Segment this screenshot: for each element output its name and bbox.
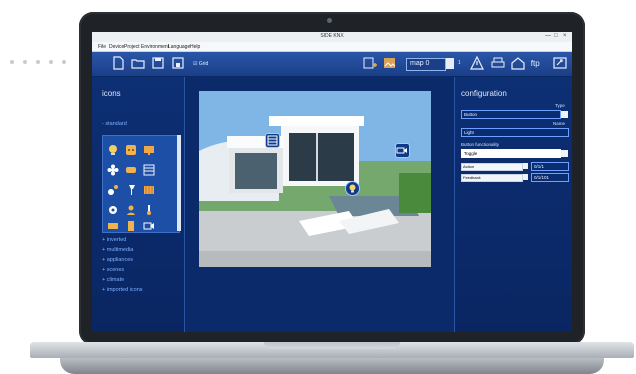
type-select-value: Button (464, 112, 478, 117)
name-input[interactable]: Light (461, 128, 569, 137)
icon-grid-scrollbar[interactable] (177, 135, 181, 231)
type-label: Type (555, 103, 565, 108)
category-imported-icons[interactable]: + imported icons (102, 287, 143, 293)
socket-icon[interactable] (125, 144, 137, 156)
switch-icon[interactable] (125, 164, 137, 176)
menu-device[interactable]: Device (109, 44, 124, 50)
fan-icon[interactable] (107, 164, 119, 176)
configuration-title: configuration (461, 89, 507, 98)
bulb-icon[interactable] (107, 144, 119, 156)
menu-project[interactable]: Project (124, 44, 140, 50)
action-select[interactable]: Action (461, 163, 523, 171)
configuration-panel: configuration Type Button Name Light But… (454, 77, 572, 332)
button-functionality-value: Toggle (464, 151, 478, 156)
laptop-lid: SIDE KNX — □ × File Device Project Envir… (79, 12, 585, 345)
button-functionality-select[interactable]: Toggle (461, 149, 561, 158)
map-select-value: map 0 (410, 60, 430, 67)
feedback-label: Feedback (463, 175, 481, 180)
display-icon[interactable] (143, 144, 155, 156)
toolbar: ☑ Grid map 0 1 ftp (92, 52, 572, 77)
window-title: SIDE KNX (320, 33, 344, 39)
category-multimedia[interactable]: + multimedia (102, 247, 133, 253)
ftp-icon[interactable]: ftp (530, 55, 546, 71)
action-select-arrow[interactable] (523, 163, 528, 169)
export-icon[interactable] (552, 55, 568, 71)
scene-icon[interactable] (107, 204, 119, 216)
camera-marker[interactable] (395, 143, 410, 158)
light-marker-icon (349, 184, 356, 193)
action-address-value: 0/1/1 (534, 164, 545, 169)
category-scenes[interactable]: + scenes (102, 267, 124, 273)
feedback-select[interactable]: Feedback (461, 174, 523, 182)
action-address-input[interactable]: 0/1/1 (531, 162, 569, 171)
type-select-arrow[interactable] (561, 111, 568, 118)
category-appliances[interactable]: + appliances (102, 257, 133, 263)
house-scene-image[interactable] (199, 91, 431, 267)
icon-grid (102, 135, 180, 233)
feedback-select-arrow[interactable] (523, 174, 528, 180)
save-icon[interactable] (150, 55, 166, 71)
laptop-base (30, 342, 634, 374)
category-climate[interactable]: + climate (102, 277, 124, 283)
laptop-hinge (264, 342, 400, 349)
category-standard[interactable]: - standard (102, 121, 127, 127)
user-icon[interactable] (125, 204, 137, 216)
blind-marker[interactable] (265, 133, 280, 148)
shutter-icon[interactable] (107, 220, 119, 232)
heater-icon[interactable] (143, 184, 155, 196)
type-select[interactable]: Button (461, 110, 561, 119)
new-map-icon[interactable] (362, 55, 378, 71)
button-functionality-label: Button functionality (461, 142, 500, 147)
icons-panel-title: icons (102, 89, 121, 98)
blind-marker-icon (267, 135, 278, 146)
decorative-dot-row (0, 60, 80, 80)
maximize-button[interactable]: □ (554, 33, 558, 40)
light-marker[interactable] (345, 181, 360, 196)
svg-text:ftp: ftp (531, 59, 540, 68)
lamp-icon[interactable] (125, 184, 137, 196)
name-input-value: Light (464, 130, 474, 135)
menu-bar: File Device Project Environment Language… (92, 42, 572, 52)
open-folder-icon[interactable] (130, 55, 146, 71)
battery-icon[interactable] (125, 220, 137, 232)
icons-panel: icons - standard + inverted + multimedia… (92, 77, 185, 332)
warning-icon[interactable] (469, 55, 485, 71)
save-as-icon[interactable] (170, 55, 186, 71)
button-functionality-arrow[interactable] (561, 150, 568, 157)
new-file-icon[interactable] (110, 55, 126, 71)
camera-icon (327, 18, 332, 23)
camera-marker-icon (396, 147, 407, 154)
map-count: 1 (458, 60, 461, 66)
map-canvas (185, 77, 453, 332)
menu-environment[interactable]: Environment (141, 44, 169, 50)
dimmer-icon[interactable] (107, 184, 119, 196)
home-icon[interactable] (510, 55, 526, 71)
print-icon[interactable] (490, 55, 506, 71)
camera-device-icon[interactable] (143, 220, 155, 232)
category-inverted[interactable]: + inverted (102, 237, 126, 243)
menu-help[interactable]: Help (190, 44, 200, 50)
laptop-base-bottom (60, 358, 604, 374)
grid-checkbox-label: Grid (198, 61, 209, 67)
image-icon[interactable] (382, 55, 398, 71)
app-screen: SIDE KNX — □ × File Device Project Envir… (92, 32, 572, 332)
close-button[interactable]: × (563, 33, 567, 40)
blind-icon[interactable] (143, 164, 155, 176)
grid-checkbox[interactable]: ☑ Grid (193, 61, 208, 67)
map-select-dropdown-button[interactable] (446, 58, 454, 69)
menu-language[interactable]: Language (168, 44, 190, 50)
feedback-address-input[interactable]: 0/1/101 (531, 173, 569, 182)
menu-file[interactable]: File (98, 44, 106, 50)
minimize-button[interactable]: — (545, 33, 551, 40)
map-select[interactable]: map 0 (406, 58, 446, 71)
thermometer-icon[interactable] (143, 204, 155, 216)
action-label: Action (463, 164, 475, 169)
name-label: Name (553, 121, 566, 126)
feedback-address-value: 0/1/101 (534, 175, 550, 180)
